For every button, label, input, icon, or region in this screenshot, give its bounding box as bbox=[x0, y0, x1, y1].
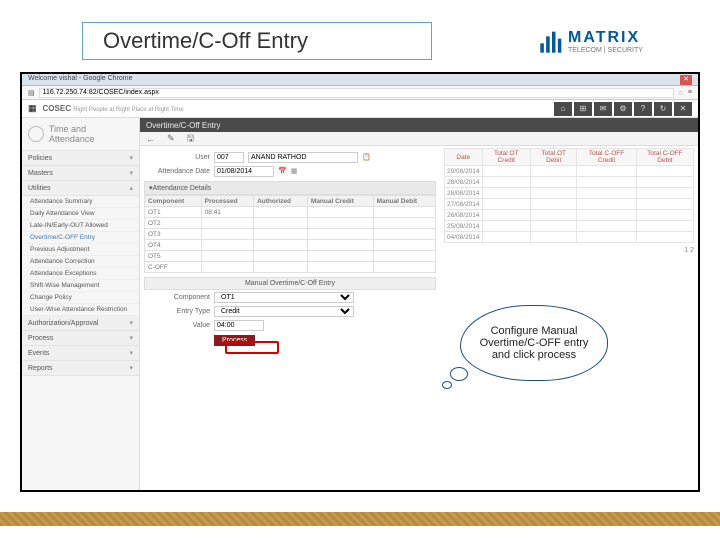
manual-ot-title: Manual Overtime/C-Off Entry bbox=[144, 277, 436, 290]
app-header-icons: ⌂ ⊞ ✉ ⚙ ? ↻ ✕ bbox=[554, 102, 692, 116]
callout: Configure Manual Overtime/C-OFF entry an… bbox=[442, 305, 612, 397]
browser-tabbar: Welcome vishal - Google Chrome ✕ bbox=[22, 74, 698, 86]
page-title: Overtime/C-Off Entry bbox=[140, 118, 698, 132]
user-lookup-icon[interactable]: 📋 bbox=[362, 153, 371, 161]
highlight-process bbox=[225, 341, 279, 354]
sidebar-item[interactable]: Late-IN/Early-OUT Allowed bbox=[22, 220, 139, 232]
window-close-icon[interactable]: ✕ bbox=[680, 75, 692, 85]
footer-stripe bbox=[0, 512, 720, 526]
home-icon[interactable]: ⌂ bbox=[554, 102, 572, 116]
sidebar-item[interactable]: Change Policy bbox=[22, 292, 139, 304]
sidebar-section[interactable]: Authorization/Approval▾ bbox=[22, 316, 139, 331]
refresh-icon[interactable]: ↻ bbox=[654, 102, 672, 116]
entry-type-label: Entry Type bbox=[144, 308, 210, 315]
sidebar-section[interactable]: Reports▾ bbox=[22, 361, 139, 376]
save-icon[interactable]: 🖫 bbox=[187, 131, 195, 147]
clock-icon bbox=[28, 126, 44, 142]
help-icon[interactable]: ? bbox=[634, 102, 652, 116]
sidebar-module-title: Time and Attendance bbox=[22, 118, 139, 151]
app-logo-icon: ▦ bbox=[28, 103, 37, 114]
sidebar-item[interactable]: Daily Attendance View bbox=[22, 208, 139, 220]
sidebar: Time and Attendance Policies▾Masters▾Uti… bbox=[22, 118, 140, 490]
component-select[interactable]: OT1 bbox=[214, 292, 354, 303]
sidebar-section[interactable]: Policies▾ bbox=[22, 151, 139, 166]
logo-bars-icon bbox=[536, 22, 568, 60]
bookmark-icon[interactable]: ☆ bbox=[678, 89, 684, 97]
summary-table: DateTotal OT CreditTotal OT DebitTotal C… bbox=[444, 148, 694, 243]
app-header: ▦ COSEC Right People at Right Place at R… bbox=[22, 100, 698, 118]
callout-text: Configure Manual Overtime/C-OFF entry an… bbox=[460, 305, 608, 381]
url-input[interactable] bbox=[39, 88, 674, 98]
user-name-input[interactable] bbox=[248, 152, 358, 163]
sidebar-item[interactable]: Shift-Wise Management bbox=[22, 280, 139, 292]
sidebar-item[interactable]: Attendance Summary bbox=[22, 196, 139, 208]
app-brand: COSEC bbox=[43, 104, 71, 113]
browser-urlbar: ▤ ☆ ≡ bbox=[22, 86, 698, 100]
menu-icon[interactable]: ≡ bbox=[688, 89, 692, 96]
component-label: Component bbox=[144, 294, 210, 301]
edit-icon[interactable]: ✎ bbox=[167, 133, 175, 144]
user-label: User bbox=[144, 154, 210, 161]
page-icon: ▤ bbox=[28, 89, 35, 97]
logo-subtext: TELECOM | SECURITY bbox=[568, 47, 643, 54]
sidebar-item[interactable]: User-Wise Attendance Restriction bbox=[22, 304, 139, 316]
pager[interactable]: 1 2 bbox=[444, 243, 694, 254]
browser-window: Welcome vishal - Google Chrome ✕ ▤ ☆ ≡ ▦… bbox=[20, 72, 700, 492]
browser-tab[interactable]: Welcome vishal - Google Chrome bbox=[28, 75, 133, 84]
main-panel: Overtime/C-Off Entry ← ✎ 🖫 User 📋 bbox=[140, 118, 698, 490]
att-date-label: Attendance Date bbox=[144, 168, 210, 175]
page-toolbar: ← ✎ 🖫 bbox=[140, 132, 698, 146]
ot-table: ComponentProcessedAuthorizedManual Credi… bbox=[144, 195, 436, 273]
slide-title: Overtime/C-Off Entry bbox=[82, 22, 432, 60]
callout-tail-icon bbox=[450, 367, 468, 381]
form-area: User 📋 Attendance Date 📅 ▦ ▾ Attendance … bbox=[140, 146, 440, 490]
gear-icon[interactable]: ⚙ bbox=[614, 102, 632, 116]
attendance-details-header[interactable]: ▾ Attendance Details bbox=[144, 181, 436, 195]
app-frame: ▦ COSEC Right People at Right Place at R… bbox=[22, 100, 698, 490]
calendar2-icon[interactable]: ▦ bbox=[291, 167, 298, 175]
app-tagline: Right People at Right Place at Right Tim… bbox=[73, 107, 183, 113]
mail-icon[interactable]: ✉ bbox=[594, 102, 612, 116]
value-label: Value bbox=[144, 322, 210, 329]
entry-type-select[interactable]: Credit bbox=[214, 306, 354, 317]
value-input[interactable] bbox=[214, 320, 264, 331]
attendance-details-label: Attendance Details bbox=[153, 185, 212, 192]
sidebar-item[interactable]: Attendance Correction bbox=[22, 256, 139, 268]
sidebar-section[interactable]: Process▾ bbox=[22, 331, 139, 346]
apps-icon[interactable]: ⊞ bbox=[574, 102, 592, 116]
calendar-icon[interactable]: 📅 bbox=[278, 167, 287, 175]
user-code-input[interactable] bbox=[214, 152, 244, 163]
sidebar-item[interactable]: Overtime/C-OFF Entry bbox=[22, 232, 139, 244]
callout-tail2-icon bbox=[442, 381, 452, 389]
back-icon[interactable]: ← bbox=[146, 134, 155, 144]
sidebar-section[interactable]: Utilities▴ bbox=[22, 181, 139, 196]
att-date-input[interactable] bbox=[214, 166, 274, 177]
sidebar-item[interactable]: Previous Adjustment bbox=[22, 244, 139, 256]
sidebar-item[interactable]: Attendance Exceptions bbox=[22, 268, 139, 280]
close-icon[interactable]: ✕ bbox=[674, 102, 692, 116]
brand-logo: MATRIX TELECOM | SECURITY bbox=[536, 22, 696, 60]
sidebar-section[interactable]: Masters▾ bbox=[22, 166, 139, 181]
sidebar-section[interactable]: Events▾ bbox=[22, 346, 139, 361]
logo-text: MATRIX bbox=[568, 29, 643, 47]
sidebar-title-text: Time and Attendance bbox=[49, 124, 133, 144]
